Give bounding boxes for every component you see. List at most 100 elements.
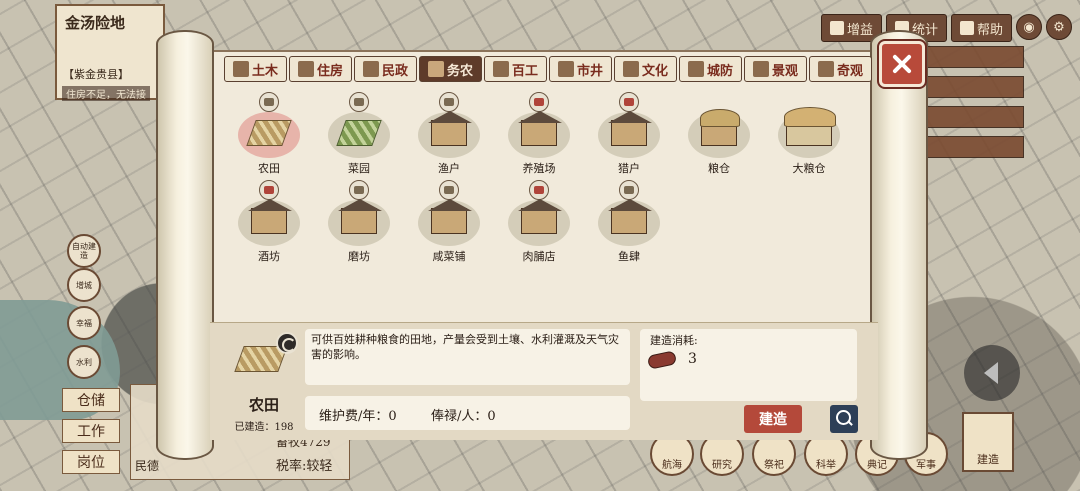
jobs-label: 岗位	[77, 455, 105, 471]
building-card[interactable]: 肉脯店	[494, 178, 584, 264]
meat-icon	[529, 92, 549, 112]
tab-civic[interactable]: 民政	[354, 56, 417, 82]
tab-construction[interactable]: 土木	[224, 56, 287, 82]
building-icon	[518, 199, 562, 234]
building-card[interactable]: 养殖场	[494, 90, 584, 176]
tab-market[interactable]: 市井	[549, 56, 612, 82]
civic-icon	[362, 61, 379, 77]
construction-icon	[232, 61, 249, 77]
building-card[interactable]: 酒坊	[224, 178, 314, 264]
building-card[interactable]: 猎户	[584, 90, 674, 176]
eye-icon[interactable]: ◉	[1016, 14, 1042, 40]
research-label: 研究	[712, 460, 732, 471]
building-name: 菜园	[348, 162, 370, 175]
tab-farming[interactable]: 务农	[419, 56, 482, 82]
building-icon	[428, 111, 472, 146]
boost-icon	[829, 21, 844, 35]
tab-culture[interactable]: 文化	[614, 56, 677, 82]
dried-fish-icon	[619, 180, 639, 200]
building-stats: 维护费/年：0 俸禄/人：0	[305, 396, 630, 430]
right-banner-1[interactable]	[914, 46, 1024, 68]
upkeep-cost: 维护费/年：0	[319, 409, 397, 424]
building-card[interactable]: 粮仓	[674, 90, 764, 176]
wonder-icon	[817, 61, 834, 77]
housing-warning: 住房不足，无法接	[62, 86, 150, 101]
defense-icon	[687, 61, 704, 77]
building-name: 酒坊	[258, 250, 280, 263]
building-name: 咸菜铺	[432, 250, 466, 263]
building-name: 猎户	[618, 162, 640, 175]
selected-building-name: 农田	[248, 396, 279, 414]
navigation-label: 航海	[662, 460, 682, 471]
building-icon	[248, 199, 292, 234]
building-card[interactable]: 鱼肆	[584, 178, 674, 264]
help-button[interactable]: 帮助	[950, 14, 1012, 42]
tab-label: 城防	[706, 63, 733, 79]
building-card[interactable]: 磨坊	[314, 178, 404, 264]
market-icon	[557, 61, 574, 77]
building-card[interactable]: 农田	[224, 90, 314, 176]
tab-housing[interactable]: 住房	[289, 56, 352, 82]
expand-city-button[interactable]: 增城	[67, 268, 101, 302]
building-icon	[608, 111, 652, 146]
cost-title: 建造消耗:	[650, 334, 698, 347]
build-cost-panel: 建造消耗: 3	[640, 329, 857, 401]
building-grid: 农田 菜园 渔户 养殖场 猎户 粮仓 大粮仓酒坊 磨坊 咸菜铺 肉脯店 鱼肆	[224, 90, 872, 320]
farm-icon	[427, 61, 444, 77]
building-icon	[700, 109, 740, 146]
right-banner-4[interactable]	[914, 136, 1024, 158]
storage-button[interactable]: 仓储	[62, 388, 120, 412]
jobs-button[interactable]: 岗位	[62, 450, 120, 474]
top-bar: 增益 统计 帮助 ◉ ⚙	[820, 14, 1080, 42]
collapse-arrow-button[interactable]	[964, 345, 1020, 401]
build-menu-button[interactable]: 建造	[962, 412, 1014, 472]
close-button[interactable]	[879, 41, 925, 87]
building-card[interactable]: 咸菜铺	[404, 178, 494, 264]
sacrifice-label: 祭祀	[764, 460, 784, 471]
work-label: 工作	[77, 424, 105, 440]
craft-icon	[492, 61, 509, 77]
tab-crafts[interactable]: 百工	[484, 56, 547, 82]
building-description: 可供百姓耕种粮食的田地，产量会受到土壤、水利灌溉及天气灾害的影响。	[305, 329, 630, 385]
category-tabs: 土木 住房 民政 务农 百工 市井 文化 城防 景观 奇观	[224, 56, 872, 82]
building-card[interactable]: 菜园	[314, 90, 404, 176]
tab-label: 市井	[576, 63, 603, 79]
auto-build-button[interactable]: 自动建造	[67, 234, 101, 268]
military-label: 军事	[916, 460, 936, 471]
right-banner-2[interactable]	[914, 76, 1024, 98]
gear-icon[interactable]: ⚙	[1046, 14, 1072, 40]
tab-label: 住房	[316, 63, 343, 79]
tab-label: 奇观	[836, 63, 863, 79]
house-icon	[297, 61, 314, 77]
building-card[interactable]: 大粮仓	[764, 90, 854, 176]
flour-icon	[349, 180, 369, 200]
landscape-icon	[752, 61, 769, 77]
tab-label: 土木	[251, 63, 278, 79]
location-county: 【紫金贵县】	[63, 68, 129, 81]
built-count: 已建造：198	[234, 422, 294, 433]
tab-defense[interactable]: 城防	[679, 56, 742, 82]
vegetable-icon	[349, 92, 369, 112]
building-icon	[338, 199, 382, 234]
right-banner-3[interactable]	[914, 106, 1024, 128]
jerky-icon	[529, 180, 549, 200]
irrigation-label: 水利	[76, 357, 92, 367]
irrigation-button[interactable]: 水利	[67, 345, 101, 379]
building-name: 渔户	[438, 162, 460, 175]
building-icon	[428, 199, 472, 234]
build-button[interactable]: 建造	[744, 405, 802, 433]
happiness-button[interactable]: 幸福	[67, 306, 101, 340]
help-icon	[959, 21, 974, 35]
work-button[interactable]: 工作	[62, 419, 120, 443]
scroll-roller-right	[870, 30, 928, 460]
building-name: 大粮仓	[792, 162, 826, 175]
search-icon[interactable]	[830, 405, 858, 433]
tab-landscape[interactable]: 景观	[744, 56, 807, 82]
rotate-icon[interactable]	[276, 332, 298, 354]
storage-label: 仓储	[77, 393, 105, 409]
tab-wonder[interactable]: 奇观	[809, 56, 872, 82]
building-card[interactable]: 渔户	[404, 90, 494, 176]
cost-amount: 3	[688, 351, 697, 367]
building-name: 农田	[258, 162, 280, 175]
salary-cost: 俸禄/人：0	[431, 409, 496, 424]
